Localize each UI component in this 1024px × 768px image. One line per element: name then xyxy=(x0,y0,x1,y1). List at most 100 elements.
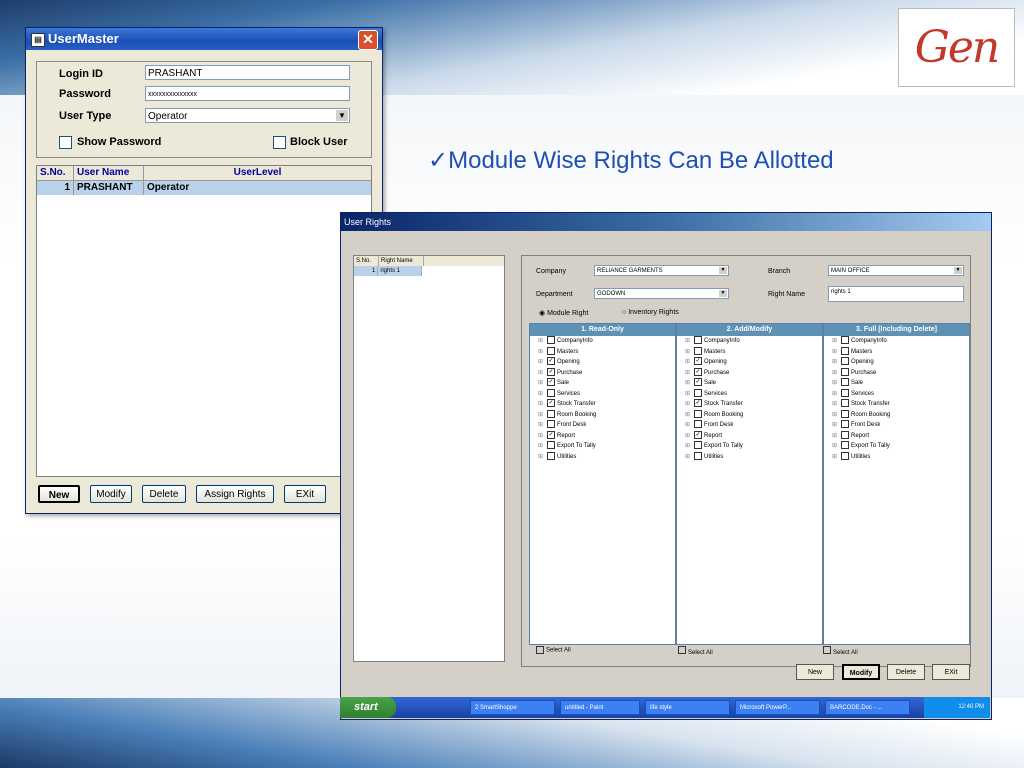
taskbar-item[interactable]: untitled - Paint xyxy=(560,700,640,715)
col-username[interactable]: User Name xyxy=(74,166,144,180)
module-tree-item[interactable]: ⊞ ✓ Opening xyxy=(530,357,675,368)
expand-icon[interactable]: ⊞ xyxy=(685,368,694,379)
usermaster-titlebar[interactable]: ▤ UserMaster ✕ xyxy=(26,28,382,50)
module-checkbox[interactable] xyxy=(547,420,555,429)
checkbox[interactable] xyxy=(678,646,686,654)
block-user-checkbox[interactable] xyxy=(273,136,286,149)
module-tree-item[interactable]: ⊞ Front Desk xyxy=(530,420,675,431)
delete-button[interactable]: Delete xyxy=(142,485,186,503)
checkbox[interactable] xyxy=(536,646,544,654)
module-tree-item[interactable]: ⊞ Opening xyxy=(824,357,969,368)
taskbar-item[interactable]: 2 SmartShoppe xyxy=(470,700,555,715)
module-checkbox[interactable] xyxy=(841,451,849,460)
module-checkbox[interactable] xyxy=(694,346,702,355)
module-checkbox[interactable] xyxy=(547,346,555,355)
module-tree-item[interactable]: ⊞ Room Booking xyxy=(677,409,822,421)
show-password-checkbox[interactable] xyxy=(59,136,72,149)
expand-icon[interactable]: ⊞ xyxy=(538,452,547,463)
expand-icon[interactable]: ⊞ xyxy=(685,378,694,389)
expand-icon[interactable]: ⊞ xyxy=(538,441,547,452)
new-button[interactable]: New xyxy=(796,664,834,680)
module-checkbox[interactable] xyxy=(694,441,702,450)
module-checkbox[interactable] xyxy=(841,378,849,387)
modify-button[interactable]: Modify xyxy=(842,664,880,680)
expand-icon[interactable]: ⊞ xyxy=(538,410,547,421)
select-all-addmodify[interactable]: Select All xyxy=(678,646,713,656)
module-checkbox[interactable] xyxy=(841,409,849,418)
module-tree-item[interactable]: ⊞ ✓ Stock Transfer xyxy=(677,399,822,410)
module-tree-item[interactable]: ⊞ ✓ Purchase xyxy=(530,367,675,379)
module-tree-item[interactable]: ⊞ Export To Tally xyxy=(824,441,969,452)
module-checkbox[interactable] xyxy=(841,388,849,397)
checkbox[interactable] xyxy=(823,646,831,654)
col-userlevel[interactable]: UserLevel xyxy=(144,166,371,180)
module-checkbox[interactable] xyxy=(694,451,702,460)
expand-icon[interactable]: ⊞ xyxy=(832,410,841,421)
userrights-title[interactable]: User Rights xyxy=(341,213,991,231)
branch-select[interactable]: MAIN OFFICE ▼ xyxy=(828,265,964,276)
module-checkbox[interactable] xyxy=(547,388,555,397)
module-checkbox[interactable] xyxy=(547,336,555,345)
login-id-input[interactable]: PRASHANT xyxy=(145,65,350,80)
expand-icon[interactable]: ⊞ xyxy=(832,431,841,442)
assign-rights-button[interactable]: Assign Rights xyxy=(196,485,274,503)
module-tree-item[interactable]: ⊞ Export To Tally xyxy=(677,441,822,452)
module-tree-item[interactable]: ⊞ ✓ Report xyxy=(677,430,822,442)
chevron-down-icon[interactable]: ▼ xyxy=(954,267,962,274)
expand-icon[interactable]: ⊞ xyxy=(685,399,694,410)
expand-icon[interactable]: ⊞ xyxy=(538,420,547,431)
expand-icon[interactable]: ⊞ xyxy=(685,410,694,421)
module-tree-item[interactable]: ⊞ Services xyxy=(530,388,675,400)
module-tree-item[interactable]: ⊞ CompanyInfo xyxy=(677,336,822,347)
expand-icon[interactable]: ⊞ xyxy=(538,357,547,368)
module-tree-item[interactable]: ⊞ CompanyInfo xyxy=(530,336,675,347)
module-checkbox[interactable] xyxy=(547,441,555,450)
module-tree-item[interactable]: ⊞ Services xyxy=(677,388,822,400)
module-tree-item[interactable]: ⊞ ✓ Sale xyxy=(677,378,822,389)
module-checkbox[interactable]: ✓ xyxy=(547,399,555,408)
select-all-readonly[interactable]: Select All xyxy=(536,646,571,654)
module-checkbox[interactable] xyxy=(841,399,849,408)
module-checkbox[interactable]: ✓ xyxy=(547,378,555,387)
department-select[interactable]: GODOWN ▼ xyxy=(594,288,729,299)
module-checkbox[interactable] xyxy=(841,367,849,376)
module-tree-item[interactable]: ⊞ Front Desk xyxy=(677,420,822,431)
module-tree-item[interactable]: ⊞ Purchase xyxy=(824,367,969,379)
expand-icon[interactable]: ⊞ xyxy=(538,399,547,410)
module-checkbox[interactable] xyxy=(694,388,702,397)
module-tree-item[interactable]: ⊞ Room Booking xyxy=(530,409,675,421)
module-tree-item[interactable]: ⊞ ✓ Opening xyxy=(677,357,822,368)
module-tree-item[interactable]: ⊞ Export To Tally xyxy=(530,441,675,452)
taskbar-item[interactable]: BARCODE.Doc - ... xyxy=(825,700,910,715)
delete-button[interactable]: Delete xyxy=(887,664,925,680)
module-checkbox[interactable] xyxy=(694,409,702,418)
expand-icon[interactable]: ⊞ xyxy=(538,347,547,358)
module-tree-item[interactable]: ⊞ Report xyxy=(824,430,969,442)
module-tree-item[interactable]: ⊞ Utilities xyxy=(530,451,675,463)
exit-button[interactable]: EXit xyxy=(284,485,326,503)
module-tree-item[interactable]: ⊞ Front Desk xyxy=(824,420,969,431)
module-checkbox[interactable]: ✓ xyxy=(694,367,702,376)
user-type-select[interactable]: Operator ▼ xyxy=(145,108,350,123)
expand-icon[interactable]: ⊞ xyxy=(538,431,547,442)
module-checkbox[interactable] xyxy=(694,336,702,345)
module-checkbox[interactable] xyxy=(547,409,555,418)
expand-icon[interactable]: ⊞ xyxy=(832,336,841,347)
expand-icon[interactable]: ⊞ xyxy=(685,441,694,452)
expand-icon[interactable]: ⊞ xyxy=(685,389,694,400)
taskbar-item[interactable]: life style xyxy=(645,700,730,715)
module-checkbox[interactable]: ✓ xyxy=(694,399,702,408)
modify-button[interactable]: Modify xyxy=(90,485,132,503)
module-tree-item[interactable]: ⊞ Room Booking xyxy=(824,409,969,421)
expand-icon[interactable]: ⊞ xyxy=(538,389,547,400)
module-checkbox[interactable] xyxy=(841,336,849,345)
expand-icon[interactable]: ⊞ xyxy=(832,368,841,379)
password-input[interactable]: xxxxxxxxxxxxxx xyxy=(145,86,350,101)
module-checkbox[interactable]: ✓ xyxy=(694,357,702,366)
module-tree-item[interactable]: ⊞ Services xyxy=(824,388,969,400)
inventory-rights-radio[interactable]: ○ Inventory Rights xyxy=(622,309,679,316)
module-tree-item[interactable]: ⊞ Stock Transfer xyxy=(824,399,969,410)
module-checkbox[interactable] xyxy=(841,430,849,439)
module-checkbox[interactable] xyxy=(841,346,849,355)
module-checkbox[interactable]: ✓ xyxy=(694,378,702,387)
